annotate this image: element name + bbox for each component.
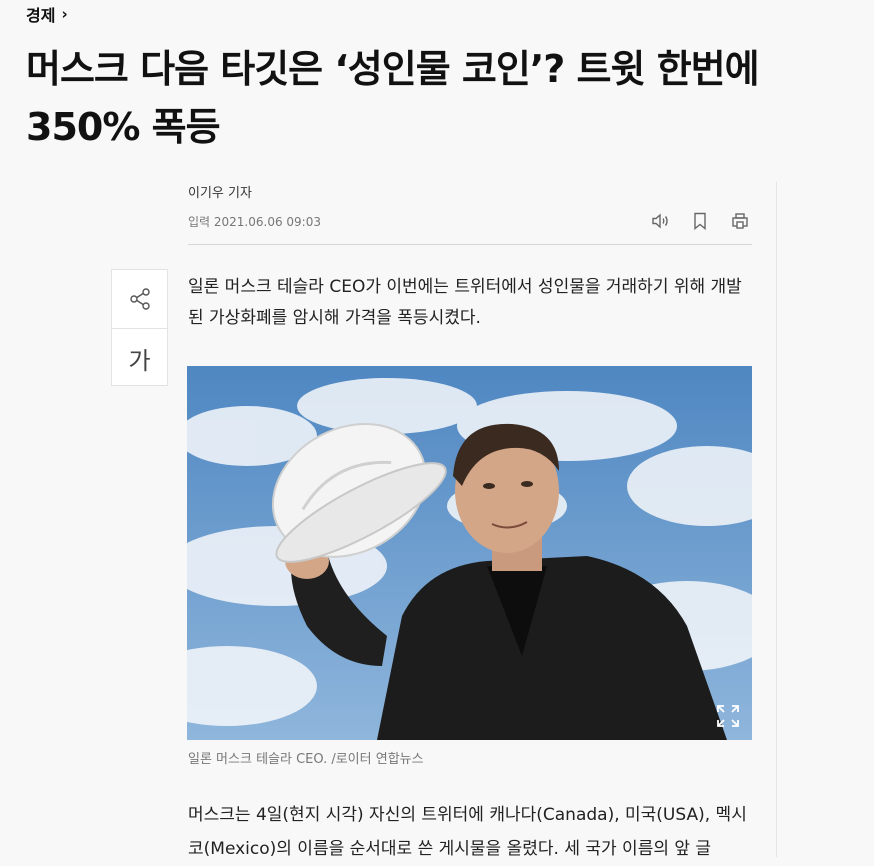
- speaker-icon[interactable]: [645, 207, 675, 235]
- breadcrumb-label: 경제: [26, 6, 56, 25]
- header-divider: [188, 244, 752, 245]
- share-button[interactable]: [112, 270, 167, 328]
- breadcrumb-section-link[interactable]: 경제 ›: [26, 2, 68, 26]
- font-size-label: 가: [128, 346, 151, 375]
- article-toolbar: [645, 207, 755, 235]
- publish-date: 입력 2021.06.06 09:03: [188, 215, 321, 229]
- expand-icon[interactable]: [714, 702, 742, 730]
- article-photo[interactable]: [187, 366, 752, 740]
- article-side-tools: 가: [111, 269, 168, 386]
- article-headline: 머스크 다음 타깃은 ‘성인물 코인’? 트윗 한번에 350% 폭등: [26, 47, 760, 149]
- column-divider: [776, 182, 777, 857]
- share-icon: [129, 288, 150, 310]
- reporter-name[interactable]: 이기우 기자: [188, 182, 252, 201]
- print-icon[interactable]: [725, 207, 755, 235]
- photo-caption: 일론 머스크 테슬라 CEO. /로이터 연합뉴스: [188, 752, 424, 767]
- font-size-button[interactable]: 가: [112, 328, 167, 387]
- bookmark-icon[interactable]: [685, 207, 715, 235]
- article-paragraph: 머스크는 4일(현지 시각) 자신의 트위터에 캐나다(Canada), 미국(…: [188, 805, 747, 859]
- chevron-right-icon: ›: [61, 5, 68, 23]
- article-lead: 일론 머스크 테슬라 CEO가 이번에는 트위터에서 성인물을 거래하기 위해 …: [188, 277, 742, 328]
